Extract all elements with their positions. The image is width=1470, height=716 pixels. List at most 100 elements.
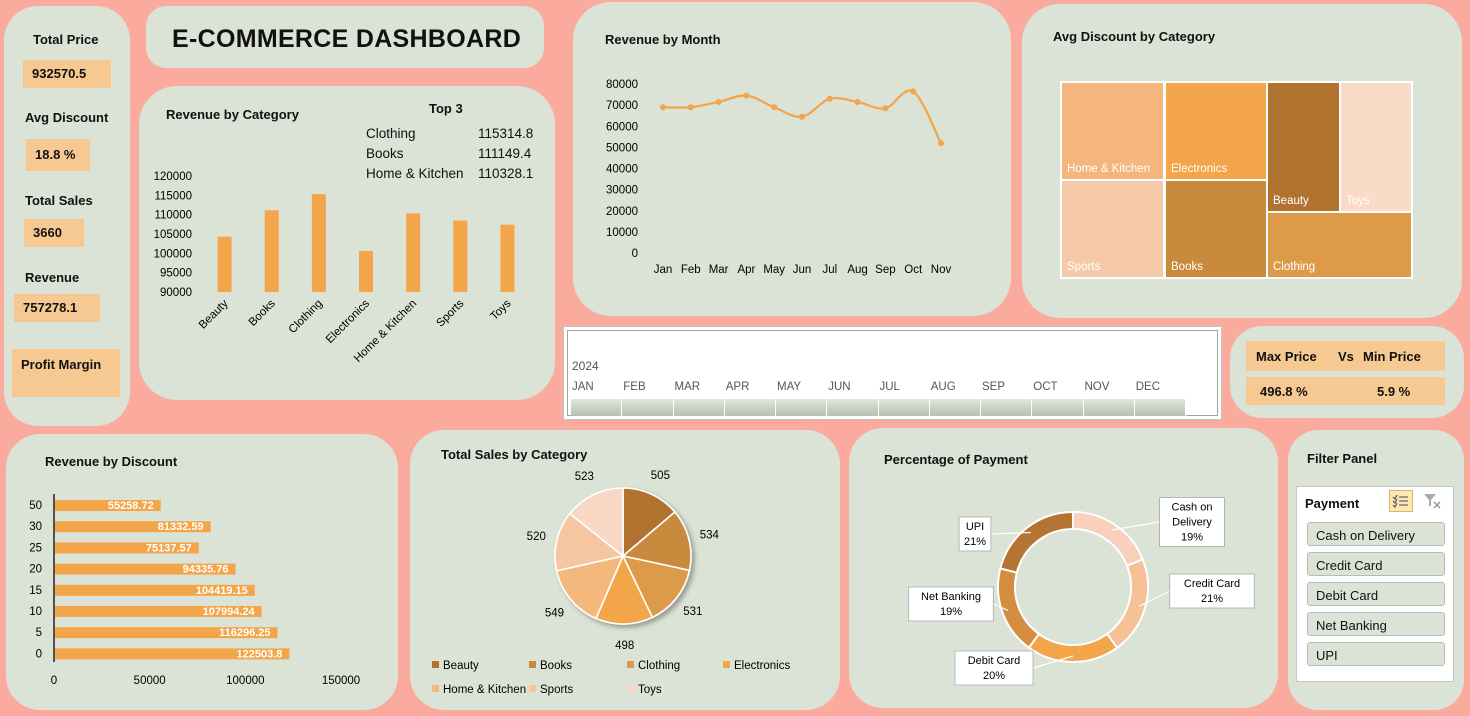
treemap-label: Electronics [1171, 163, 1228, 175]
y-tick-label: 70000 [606, 100, 638, 112]
data-point [799, 113, 805, 120]
clear-filter-icon[interactable] [1421, 491, 1443, 511]
revenue-by-category-panel: Revenue by Category Top 3 Clothing 115314… [139, 86, 555, 400]
y-tick-label: 30 [29, 521, 42, 533]
x-tick-label: Feb [681, 264, 701, 276]
timeline-inner: 2024 JAN FEB MAR APR MAY JUN JUL AUG SEP OCT NOV DE… [567, 330, 1218, 416]
timeline-slicer[interactable]: 2024 JAN FEB MAR APR MAY JUN JUL AUG SEP OCT NOV DE… [563, 326, 1222, 420]
timeline-segment[interactable] [622, 399, 674, 416]
data-label: 520 [527, 531, 546, 543]
y-tick-label: 60000 [606, 121, 638, 133]
data-label: 122503.8 [236, 648, 282, 660]
timeline-month-label: MAY [777, 381, 802, 393]
checklist-icon [1392, 494, 1408, 509]
x-tick-label: Electronics [324, 297, 372, 345]
avg-discount-value: 18.8 % [26, 139, 90, 171]
treemap-cell: Toys [1341, 83, 1411, 211]
filter-item-debit-card[interactable]: Debit Card [1307, 582, 1445, 606]
legend-swatch [627, 685, 634, 692]
timeline-segment[interactable] [571, 399, 623, 416]
treemap-cell: Clothing [1268, 213, 1411, 277]
timeline-month-label: DEC [1135, 381, 1161, 393]
timeline-segment[interactable] [981, 399, 1033, 416]
y-tick-label: 15 [29, 585, 42, 597]
payment-donut-chart: Cash on Delivery 19% Credit Card 21% Debit Ca… [908, 497, 1255, 686]
x-tick-label: Aug [847, 264, 867, 276]
x-tick-label: Nov [931, 264, 952, 276]
max-min-values: 496.8 % 5.9 % [1246, 377, 1445, 405]
revenue-by-month-chart: 0 10000 20000 30000 40000 50000 60000 70000 8000… [606, 79, 952, 276]
data-label: 523 [575, 471, 594, 483]
timeline-segment[interactable] [1032, 399, 1084, 416]
timeline-segment[interactable] [929, 399, 981, 416]
y-tick-label: 100000 [154, 248, 192, 260]
data-label: 81332.59 [158, 521, 204, 533]
y-tick-label: 10 [29, 606, 42, 618]
legend-label: Toys [638, 684, 662, 696]
y-tick-label: 50000 [606, 142, 638, 154]
timeline-segment[interactable] [827, 399, 879, 416]
revenue-value: 757278.1 [14, 294, 100, 322]
donut-slice [999, 510, 1074, 574]
treemap: Home & Kitchen Electronics Beauty Toys S… [1060, 81, 1413, 279]
data-point [771, 104, 778, 111]
timeline-month-label: JUN [828, 381, 851, 393]
x-tick-label: 0 [51, 675, 57, 687]
avg-discount-title: Avg Discount by Category [1053, 29, 1216, 44]
timeline-segment[interactable] [673, 399, 725, 416]
data-label: 534 [700, 529, 720, 541]
data-point [687, 104, 694, 111]
data-point [854, 98, 861, 105]
callout-label: Credit Card [1184, 578, 1240, 590]
bar [217, 236, 232, 292]
data-label: 498 [615, 640, 634, 652]
callout-label: 21% [1201, 593, 1223, 605]
donut-slice [997, 567, 1041, 650]
treemap-label: Sports [1067, 261, 1101, 273]
y-tick-label: 10000 [606, 227, 638, 239]
timeline-bar[interactable] [571, 399, 1186, 416]
x-tick-label: Books [247, 297, 278, 328]
legend-label: Beauty [443, 660, 479, 672]
data-label: 116296.25 [219, 627, 270, 639]
treemap-label: Books [1171, 261, 1203, 273]
callout-label: 19% [940, 606, 962, 618]
legend-swatch [627, 661, 634, 668]
filter-item-cash-on-delivery[interactable]: Cash on Delivery [1307, 522, 1445, 546]
donut-slice [1105, 558, 1149, 650]
timeline-segment[interactable] [878, 399, 930, 416]
revenue-by-month-panel: Revenue by Month 0 10000 20000 30000 40000 50… [573, 2, 1011, 316]
y-tick-label: 110000 [154, 210, 192, 222]
data-label: 94335.76 [183, 564, 229, 576]
legend-label: Clothing [638, 660, 680, 672]
legend-swatch [723, 661, 730, 668]
callout-label: UPI [966, 521, 984, 533]
filter-item-upi[interactable]: UPI [1307, 642, 1445, 666]
filter-item-net-banking[interactable]: Net Banking [1307, 612, 1445, 636]
timeline-month-label: AUG [930, 381, 956, 393]
filter-item-credit-card[interactable]: Credit Card [1307, 552, 1445, 576]
timeline-segment[interactable] [1134, 399, 1186, 416]
donut-slice [1027, 632, 1119, 663]
data-label: 75137.57 [146, 542, 192, 554]
timeline-segment[interactable] [1083, 399, 1135, 416]
legend-swatch [529, 661, 536, 668]
data-point [743, 92, 750, 99]
legend-swatch [432, 685, 439, 692]
timeline-segment[interactable] [724, 399, 776, 416]
data-point [882, 105, 889, 112]
y-tick-label: 50 [29, 500, 42, 512]
timeline-month-label: APR [725, 381, 750, 393]
profit-margin-label: Profit Margin [21, 357, 102, 372]
timeline-month-label: NOV [1084, 381, 1110, 393]
y-tick-label: 95000 [160, 268, 192, 280]
x-tick-label: Jan [654, 264, 673, 276]
timeline-segment[interactable] [776, 399, 828, 416]
x-tick-label: 150000 [322, 675, 360, 687]
max-min-panel: Max Price Vs Min Price 496.8 % 5.9 % [1230, 326, 1464, 418]
x-tick-label: Toys [488, 297, 513, 322]
y-tick-label: 80000 [606, 79, 638, 91]
x-tick-label: Clothing [287, 298, 325, 336]
revenue-by-category-chart: 90000 95000 100000 105000 110000 115000 120000… [154, 171, 515, 365]
multi-select-icon[interactable] [1389, 490, 1413, 512]
